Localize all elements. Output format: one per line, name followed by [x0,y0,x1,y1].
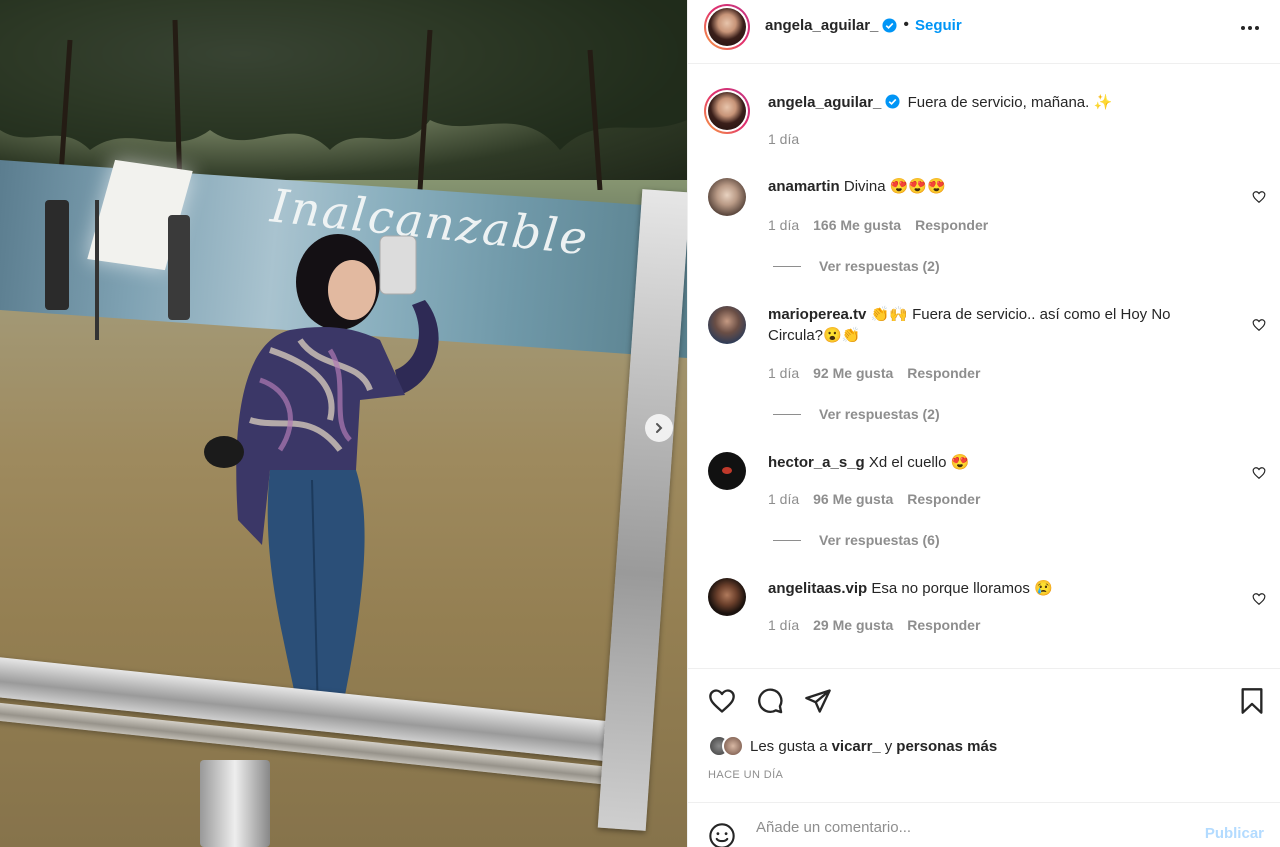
comment-body: Esa no porque lloramos 😢 [871,580,1053,597]
author-avatar[interactable] [704,4,750,50]
c-stand-clamp [200,760,270,847]
reply-button[interactable]: Responder [907,491,980,507]
comment-like-heart-icon[interactable] [1252,318,1266,332]
likes-prefix: Les gusta a [750,737,828,755]
comment-time: 1 día [768,491,800,507]
verified-badge-icon [885,94,900,109]
liker-avatar[interactable] [722,735,744,757]
verified-badge-icon [882,17,897,33]
publish-button[interactable]: Publicar [1205,825,1264,842]
commenter-username[interactable]: anamartin [768,178,840,195]
more-options-icon[interactable] [1240,22,1260,34]
liker-username[interactable]: vicarr_ [832,738,881,755]
commenter-avatar[interactable] [708,452,746,490]
comment-likes[interactable]: 92 Me gusta [813,365,893,381]
commenter-avatar[interactable] [708,578,746,616]
likes-connector: y [884,737,893,755]
reply-button[interactable]: Responder [915,217,988,233]
comment-time: 1 día [768,217,800,233]
reply-button[interactable]: Responder [907,365,980,381]
commenter-username[interactable]: hector_a_s_g [768,454,865,471]
add-comment-bar: Publicar [688,802,1280,847]
reply-button[interactable]: Responder [907,617,980,633]
comment-meta: 1 día 92 Me gusta Responder [768,365,980,381]
comment-text: hector_a_s_g Xd el cuello 😍 [768,452,1213,473]
comment-meta: 1 día 29 Me gusta Responder [768,617,980,633]
comments-list[interactable]: angela_aguilar_ Fuera de servicio, mañan… [688,64,1280,668]
comment-body: Divina 😍😍😍 [843,178,946,195]
view-replies-label: Ver respuestas (2) [819,258,940,274]
post-media[interactable]: Inalcanzable [0,0,687,847]
comment-likes[interactable]: 166 Me gusta [813,217,901,233]
comment-text: anamartin Divina 😍😍😍 [768,176,1213,197]
view-replies-label: Ver respuestas (6) [819,532,940,548]
comment-body: Xd el cuello 😍 [868,454,970,471]
commenter-avatar[interactable] [708,306,746,344]
comment-like-heart-icon[interactable] [1252,592,1266,606]
commenter-username[interactable]: marioperea.tv [768,306,866,323]
comment-text: marioperea.tv 👏🙌 Fuera de servicio.. así… [768,304,1213,346]
follow-button[interactable]: Seguir [915,17,962,34]
next-image-button[interactable] [645,414,673,442]
post-actions: Les gusta a vicarr_ y personas más HACE … [688,668,1280,802]
comment-likes[interactable]: 96 Me gusta [813,491,893,507]
comment-input[interactable] [756,815,1186,839]
author-username[interactable]: angela_aguilar_ [765,17,878,34]
comment-meta: 1 día 166 Me gusta Responder [768,217,988,233]
comment-meta: 1 día 96 Me gusta Responder [768,491,980,507]
view-replies-button[interactable]: Ver respuestas (2) [773,406,940,422]
save-icon[interactable] [1238,687,1266,715]
separator-dot: • [903,16,909,33]
comment-text: angelitaas.vip Esa no porque lloramos 😢 [768,578,1213,599]
comment-time: 1 día [768,617,800,633]
view-replies-label: Ver respuestas (2) [819,406,940,422]
commenter-avatar[interactable] [708,178,746,216]
caption-avatar[interactable] [704,88,750,134]
likes-others-link[interactable]: personas más [896,738,997,755]
emoji-icon[interactable] [708,822,736,847]
view-replies-button[interactable]: Ver respuestas (6) [773,532,940,548]
comment-time: 1 día [768,365,800,381]
likes-summary: Les gusta a vicarr_ y personas más [708,735,997,757]
post-header: angela_aguilar_ • Seguir [688,0,1280,64]
commenter-username[interactable]: angelitaas.vip [768,580,867,597]
caption-text: angela_aguilar_ Fuera de servicio, mañan… [768,92,1213,113]
comment-like-heart-icon[interactable] [1252,466,1266,480]
like-heart-icon[interactable] [708,687,736,715]
comment-like-heart-icon[interactable] [1252,190,1266,204]
chevron-right-icon [656,423,663,433]
share-icon[interactable] [804,687,832,715]
caption-username[interactable]: angela_aguilar_ [768,94,881,111]
view-replies-button[interactable]: Ver respuestas (2) [773,258,940,274]
post-time: HACE UN DÍA [708,769,784,781]
caption-time: 1 día [768,131,800,147]
comment-likes[interactable]: 29 Me gusta [813,617,893,633]
caption-body: Fuera de servicio, mañana. ✨ [907,94,1113,111]
comment-icon[interactable] [756,687,784,715]
post-panel: angela_aguilar_ • Seguir angela_aguilar_… [687,0,1280,847]
